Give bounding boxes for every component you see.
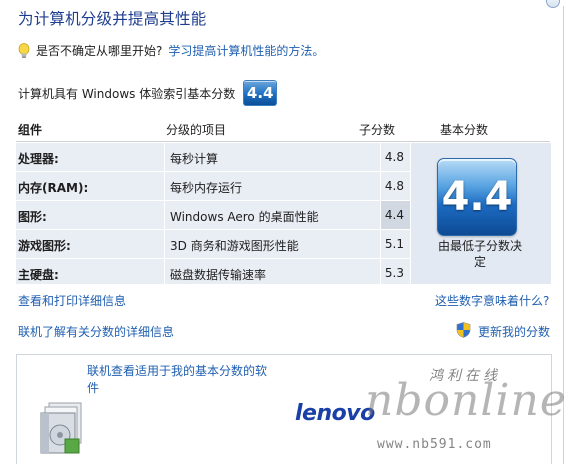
row-subscore: 4.4 (384, 208, 404, 222)
row-subscore: 5.3 (384, 266, 404, 280)
table-row: 图形: Windows Aero 的桌面性能 4.4 (16, 201, 410, 229)
view-software-link[interactable]: 联机查看适用于我的基本分数的软件 (87, 363, 277, 397)
row-component: 主硬盘: (18, 268, 59, 282)
lightbulb-icon (18, 42, 30, 58)
tip-question: 是否不确定从哪里开始? (36, 44, 163, 58)
row-component: 游戏图形: (18, 239, 71, 253)
row-subscore: 4.8 (384, 179, 404, 193)
header-base-score: 基本分数 (440, 123, 489, 137)
row-component: 内存(RAM): (18, 181, 89, 195)
table-row: 处理器: 每秒计算 4.8 (16, 143, 410, 171)
row-component: 图形: (18, 210, 47, 224)
header-item: 分级的项目 (166, 123, 227, 137)
tip-row: 是否不确定从哪里开始? 学习提高计算机性能的方法。 (18, 42, 324, 59)
base-score-row: 计算机具有 Windows 体验索引基本分数 4.4 (18, 80, 278, 106)
view-print-details-link[interactable]: 查看和打印详细信息 (18, 292, 126, 309)
watermark-chinese: 鸿利在线 (429, 368, 501, 384)
base-score-panel: 4.4 由最低子分数决定 (410, 143, 551, 284)
base-score-badge: 4.4 (437, 158, 517, 236)
software-package-icon (40, 402, 82, 454)
row-item: 每秒内存运行 (170, 181, 243, 195)
learn-more-online-link[interactable]: 联机了解有关分数的详细信息 (18, 323, 174, 340)
page-title: 为计算机分级并提高其性能 (18, 10, 207, 28)
base-score-caption: 由最低子分数决定 (437, 239, 522, 269)
table-row: 游戏图形: 3D 商务和游戏图形性能 5.1 (16, 230, 410, 258)
row-subscore: 4.8 (384, 150, 404, 164)
row-item: Windows Aero 的桌面性能 (170, 210, 319, 224)
what-numbers-mean-link[interactable]: 这些数字意味着什么? (435, 292, 549, 309)
watermark-url: www.nb591.com (377, 437, 492, 452)
table-header: 组件 分级的项目 子分数 基本分数 (16, 116, 550, 143)
header-divider (16, 141, 550, 142)
table-row: 内存(RAM): 每秒内存运行 4.8 (16, 172, 410, 200)
row-item: 每秒计算 (170, 152, 219, 166)
header-subscore: 子分数 (359, 123, 396, 137)
base-score-label: 计算机具有 Windows 体验索引基本分数 (18, 86, 236, 101)
software-panel: 联机查看适用于我的基本分数的软件 lenovo nbonline 鸿利在线 ww… (16, 354, 566, 464)
row-item: 3D 商务和游戏图形性能 (170, 239, 299, 253)
row-item: 磁盘数据传输速率 (170, 268, 267, 282)
uac-shield-icon (456, 322, 471, 338)
scroll-button[interactable] (546, 0, 560, 8)
score-table: 组件 分级的项目 子分数 基本分数 处理器: 每秒计算 4.8 内存(RAM):… (16, 116, 551, 284)
performance-page: 为计算机分级并提高其性能 是否不确定从哪里开始? 学习提高计算机性能的方法。 计… (0, 0, 566, 464)
row-component: 处理器: (18, 152, 59, 166)
row-subscore: 5.1 (384, 237, 404, 251)
small-score-badge: 4.4 (243, 80, 278, 106)
lenovo-logo: lenovo (295, 401, 375, 426)
update-score-link[interactable]: 更新我的分数 (478, 323, 550, 340)
learn-improve-link[interactable]: 学习提高计算机性能的方法。 (168, 42, 324, 59)
header-component: 组件 (18, 123, 43, 137)
table-row: 主硬盘: 磁盘数据传输速率 5.3 (16, 259, 410, 284)
